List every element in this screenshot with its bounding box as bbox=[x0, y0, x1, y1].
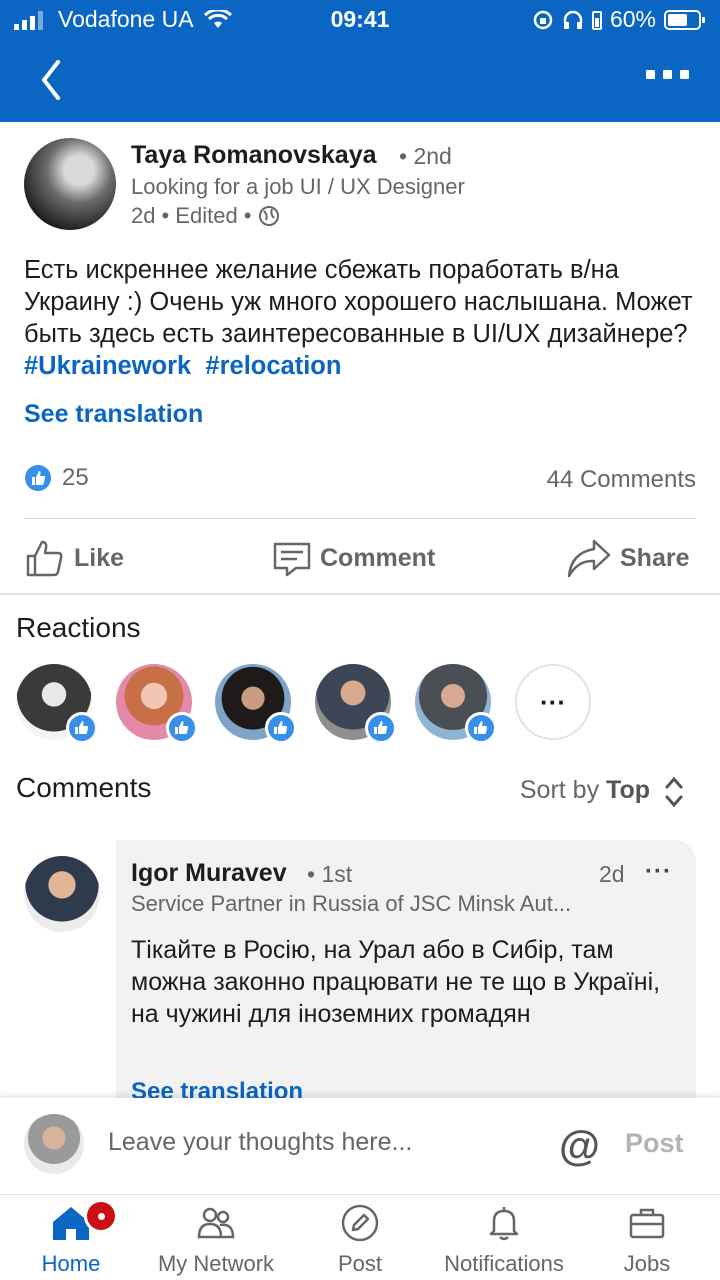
like-badge-icon bbox=[365, 712, 397, 744]
reactor-avatar[interactable] bbox=[215, 664, 297, 744]
nav-post-label: Post bbox=[337, 1251, 383, 1276]
comment-button[interactable]: Comment bbox=[272, 530, 435, 586]
nav-jobs-label: Jobs bbox=[623, 1251, 671, 1276]
current-user-avatar bbox=[24, 1114, 84, 1174]
status-bar: Vodafone UA 09:41 60% bbox=[0, 0, 720, 40]
share-label: Share bbox=[620, 543, 690, 572]
hashtag-ukrainework[interactable]: #Ukrainework bbox=[24, 352, 191, 380]
post-body: Есть искреннее желание сбежать поработат… bbox=[24, 254, 704, 382]
nav-jobs[interactable]: Jobs bbox=[618, 1195, 676, 1280]
like-count[interactable]: 25 bbox=[24, 464, 89, 492]
share-button[interactable]: Share bbox=[566, 530, 689, 586]
like-reaction-icon bbox=[25, 465, 51, 491]
battery-label: 60% bbox=[609, 6, 656, 32]
post-comment-button[interactable]: Post bbox=[625, 1128, 684, 1159]
like-badge-icon bbox=[265, 712, 297, 744]
commenter-avatar[interactable] bbox=[24, 856, 100, 932]
reactor-avatar[interactable] bbox=[116, 664, 198, 744]
network-icon bbox=[197, 1207, 235, 1239]
post-actions: Like Comment Share bbox=[0, 530, 720, 586]
like-badge-icon bbox=[166, 712, 198, 744]
battery-small-icon bbox=[591, 10, 602, 30]
status-right: 60% bbox=[532, 6, 706, 33]
mention-icon[interactable]: @ bbox=[559, 1122, 600, 1170]
commenter-name[interactable]: Igor Muravev bbox=[131, 859, 287, 888]
more-options-button[interactable] bbox=[646, 70, 690, 90]
sort-prefix: Sort by bbox=[519, 776, 600, 804]
headphones-icon bbox=[563, 10, 583, 29]
comments-count[interactable]: 44 Comments bbox=[547, 466, 696, 494]
nav-my-network-label: My Network bbox=[157, 1251, 275, 1276]
comment-input[interactable]: Leave your thoughts here... bbox=[108, 1128, 412, 1157]
comment-time: 2d bbox=[599, 861, 625, 887]
bell-icon bbox=[489, 1207, 519, 1241]
comments-title: Comments bbox=[16, 772, 152, 803]
author-avatar[interactable] bbox=[24, 138, 116, 230]
like-count-label: 25 bbox=[62, 464, 89, 491]
like-badge-icon bbox=[465, 712, 497, 744]
reactor-avatar[interactable] bbox=[16, 664, 98, 744]
compose-bar: Leave your thoughts here... @ Post bbox=[0, 1098, 720, 1194]
comment-text: Тікайте в Росію, на Урал або в Сибір, та… bbox=[131, 936, 661, 1028]
like-badge-icon bbox=[66, 712, 98, 744]
chevron-left-icon bbox=[41, 60, 60, 100]
briefcase-icon bbox=[629, 1208, 665, 1239]
section-separator bbox=[0, 593, 720, 595]
sort-value: Top bbox=[606, 776, 650, 804]
post-meta: 2d • Edited • bbox=[131, 203, 280, 229]
nav-my-network[interactable]: My Network bbox=[150, 1195, 282, 1280]
thumbs-up-icon bbox=[26, 540, 63, 577]
commenter-headline: Service Partner in Russia of JSC Minsk A… bbox=[131, 891, 572, 916]
comment-label: Comment bbox=[320, 543, 436, 572]
nav-notifications-label: Notifications bbox=[444, 1251, 564, 1276]
more-dot bbox=[646, 70, 655, 79]
more-dot bbox=[680, 70, 689, 79]
share-icon bbox=[567, 539, 611, 578]
author-headline: Looking for a job UI / UX Designer bbox=[131, 174, 465, 199]
author-name[interactable]: Taya Romanovskaya bbox=[131, 141, 377, 170]
nav-home-label: Home bbox=[41, 1251, 101, 1276]
see-translation-link[interactable]: See translation bbox=[24, 400, 203, 429]
nav-notifications[interactable]: Notifications bbox=[437, 1195, 571, 1280]
reactions-title: Reactions bbox=[16, 612, 141, 643]
post-text: Есть искреннее желание сбежать поработат… bbox=[24, 256, 693, 348]
hashtag-relocation[interactable]: #relocation bbox=[205, 352, 341, 380]
nav-post[interactable]: Post bbox=[330, 1195, 390, 1280]
bottom-nav: Home My Network Post Notifications Jobs bbox=[0, 1194, 720, 1280]
sort-control[interactable]: Sort by Top bbox=[520, 776, 650, 805]
commenter-degree: • 1st bbox=[307, 861, 353, 887]
like-label: Like bbox=[74, 543, 125, 572]
post-time: 2d bbox=[131, 203, 156, 228]
battery-icon bbox=[664, 9, 705, 30]
compose-icon bbox=[341, 1204, 379, 1242]
comment-icon bbox=[273, 542, 311, 577]
like-button[interactable]: Like bbox=[24, 530, 124, 586]
sort-chevrons-icon[interactable] bbox=[662, 774, 686, 810]
back-button[interactable] bbox=[34, 58, 74, 102]
notification-badge bbox=[84, 1199, 118, 1233]
reactor-avatar[interactable] bbox=[315, 664, 397, 744]
author-degree: • 2nd bbox=[399, 143, 452, 169]
more-reactions-button[interactable]: ··· bbox=[515, 664, 591, 740]
post-edited: • Edited • bbox=[161, 203, 252, 228]
globe-icon bbox=[258, 206, 279, 226]
social-counts: 25 44 Comments bbox=[24, 464, 696, 498]
comment-more-button[interactable]: ··· bbox=[645, 858, 672, 886]
reactor-avatar[interactable] bbox=[415, 664, 497, 744]
more-dot bbox=[663, 70, 672, 79]
orientation-lock-icon bbox=[533, 10, 553, 29]
divider bbox=[24, 518, 696, 519]
top-bar: Vodafone UA 09:41 60% bbox=[0, 0, 720, 122]
